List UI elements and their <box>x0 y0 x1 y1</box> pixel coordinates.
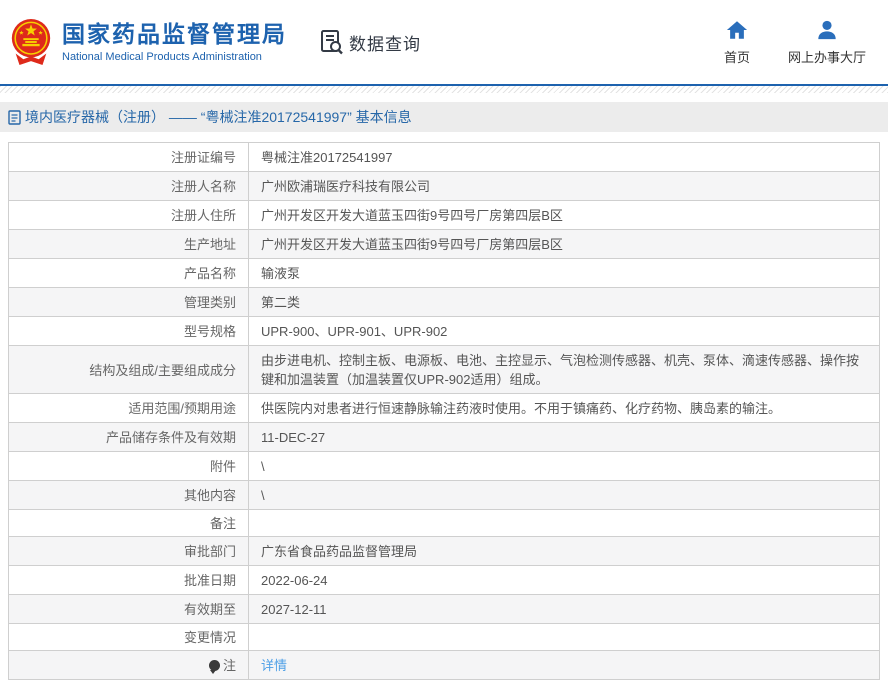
row-label: 附件 <box>9 452 249 480</box>
row-label: 产品名称 <box>9 259 249 287</box>
row-value: 第二类 <box>249 288 879 316</box>
row-value: 广州欧浦瑞医疗科技有限公司 <box>249 172 879 200</box>
home-icon <box>726 19 748 41</box>
document-icon <box>8 110 21 125</box>
note-pin-icon <box>209 660 220 671</box>
nav-service-hall-label: 网上办事大厅 <box>788 47 866 66</box>
row-value: 供医院内对患者进行恒速静脉输注药液时使用。不用于镇痛药、化疗药物、胰岛素的输注。 <box>249 394 879 422</box>
nav-home-label: 首页 <box>724 47 750 66</box>
agency-title-block: 国家药品监督管理局 National Medical Products Admi… <box>62 21 287 64</box>
header: 国家药品监督管理局 National Medical Products Admi… <box>0 0 888 84</box>
row-value: 广州开发区开发大道蓝玉四街9号四号厂房第四层B区 <box>249 201 879 229</box>
row-value: 广东省食品药品监督管理局 <box>249 537 879 565</box>
row-value: 由步进电机、控制主板、电源板、电池、主控显示、气泡检测传感器、机壳、泵体、滴速传… <box>249 346 879 393</box>
table-row: 适用范围/预期用途供医院内对患者进行恒速静脉输注药液时使用。不用于镇痛药、化疗药… <box>9 393 879 422</box>
table-row: 注详情 <box>9 650 879 679</box>
row-value <box>249 624 879 650</box>
table-row: 附件\ <box>9 451 879 480</box>
nav-home[interactable]: 首页 <box>724 19 750 66</box>
table-row: 有效期至2027-12-11 <box>9 594 879 623</box>
row-value: \ <box>249 452 879 480</box>
row-label: 型号规格 <box>9 317 249 345</box>
data-query-button[interactable]: 数据查询 <box>319 29 421 55</box>
row-label: 管理类别 <box>9 288 249 316</box>
table-row: 备注 <box>9 509 879 536</box>
data-query-icon <box>319 29 345 55</box>
row-value: \ <box>249 481 879 509</box>
row-value: 2027-12-11 <box>249 595 879 623</box>
row-label: 产品储存条件及有效期 <box>9 423 249 451</box>
table-row: 型号规格UPR-900、UPR-901、UPR-902 <box>9 316 879 345</box>
table-row: 注册人住所广州开发区开发大道蓝玉四街9号四号厂房第四层B区 <box>9 200 879 229</box>
row-label: 结构及组成/主要组成成分 <box>9 346 249 393</box>
row-label: 审批部门 <box>9 537 249 565</box>
table-row: 生产地址广州开发区开发大道蓝玉四街9号四号厂房第四层B区 <box>9 229 879 258</box>
table-row: 结构及组成/主要组成成分由步进电机、控制主板、电源板、电池、主控显示、气泡检测传… <box>9 345 879 393</box>
table-row: 产品名称输液泵 <box>9 258 879 287</box>
breadcrumb: 境内医疗器械（注册） —— “粤械注准20172541997” 基本信息 <box>0 102 888 132</box>
table-row: 批准日期2022-06-24 <box>9 565 879 594</box>
row-value: 广州开发区开发大道蓝玉四街9号四号厂房第四层B区 <box>249 230 879 258</box>
table-row: 管理类别第二类 <box>9 287 879 316</box>
row-value <box>249 510 879 536</box>
row-label: 备注 <box>9 510 249 536</box>
row-label: 批准日期 <box>9 566 249 594</box>
agency-name-en: National Medical Products Administration <box>62 51 287 63</box>
row-value: 输液泵 <box>249 259 879 287</box>
agency-name-zh: 国家药品监督管理局 <box>62 21 287 49</box>
national-emblem-logo <box>8 17 54 67</box>
detail-link[interactable]: 详情 <box>261 656 287 675</box>
header-hatch-strip <box>0 86 888 93</box>
row-value: 粤械注准20172541997 <box>249 143 879 171</box>
breadcrumb-text: 境内医疗器械（注册） —— “粤械注准20172541997” 基本信息 <box>25 107 412 127</box>
row-value: UPR-900、UPR-901、UPR-902 <box>249 317 879 345</box>
row-label: 适用范围/预期用途 <box>9 394 249 422</box>
nav-service-hall[interactable]: 网上办事大厅 <box>788 19 866 66</box>
info-table: 注册证编号粤械注准20172541997注册人名称广州欧浦瑞医疗科技有限公司注册… <box>8 142 880 680</box>
row-label: 变更情况 <box>9 624 249 650</box>
table-row: 注册人名称广州欧浦瑞医疗科技有限公司 <box>9 171 879 200</box>
table-row: 产品储存条件及有效期11-DEC-27 <box>9 422 879 451</box>
table-row: 审批部门广东省食品药品监督管理局 <box>9 536 879 565</box>
row-label: 注 <box>9 651 249 679</box>
row-value: 详情 <box>249 651 879 679</box>
row-value: 2022-06-24 <box>249 566 879 594</box>
person-icon <box>816 19 838 41</box>
row-label: 注册人名称 <box>9 172 249 200</box>
row-label: 其他内容 <box>9 481 249 509</box>
row-value: 11-DEC-27 <box>249 423 879 451</box>
table-row: 其他内容\ <box>9 480 879 509</box>
header-nav: 首页 网上办事大厅 <box>724 19 866 66</box>
row-label: 注册证编号 <box>9 143 249 171</box>
row-label: 注册人住所 <box>9 201 249 229</box>
table-row: 变更情况 <box>9 623 879 650</box>
data-query-label: 数据查询 <box>349 30 421 55</box>
row-label: 有效期至 <box>9 595 249 623</box>
table-row: 注册证编号粤械注准20172541997 <box>9 142 879 171</box>
row-label: 生产地址 <box>9 230 249 258</box>
